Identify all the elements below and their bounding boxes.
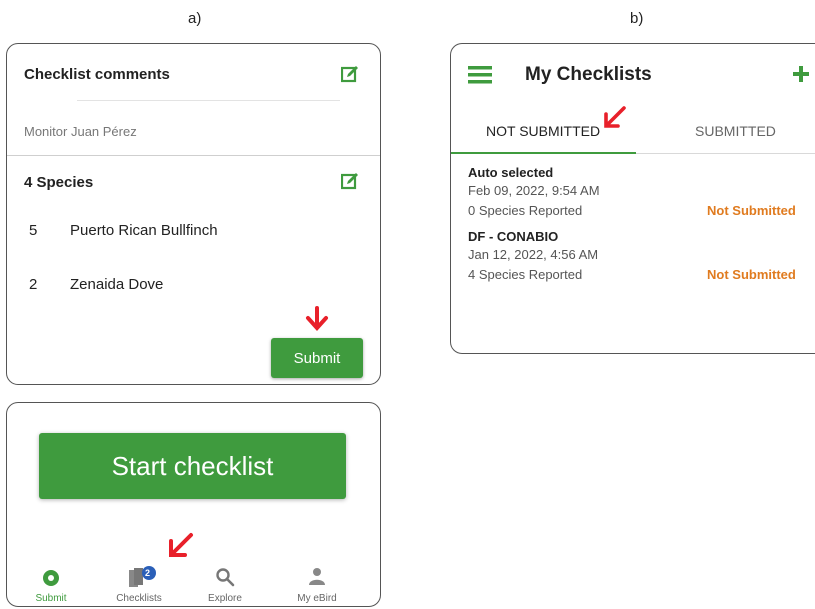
nav-label: My eBird bbox=[297, 593, 337, 604]
species-name: Zenaida Dove bbox=[70, 276, 164, 293]
status-badge: Not Submitted bbox=[707, 203, 796, 218]
panel-label-a: a) bbox=[188, 10, 202, 27]
list-item[interactable]: Auto selected Feb 09, 2022, 9:54 AM 0 Sp… bbox=[451, 162, 815, 222]
checklists-badge: 2 bbox=[145, 568, 151, 578]
nav-explore[interactable]: Explore bbox=[185, 563, 265, 606]
submit-icon bbox=[43, 570, 59, 586]
nav-my-ebird[interactable]: My eBird bbox=[277, 563, 357, 606]
checklist-date: Jan 12, 2022, 4:56 AM bbox=[468, 247, 599, 262]
checklists-icon bbox=[129, 566, 156, 587]
nav-label: Submit bbox=[35, 593, 67, 604]
my-checklists-card: My Checklists NOT SUBMITTED SUBMITTED Au… bbox=[450, 43, 815, 354]
comments-title: Checklist comments bbox=[24, 66, 170, 83]
panel-label-b: b) bbox=[630, 10, 644, 27]
species-row[interactable]: 2 Zenaida Dove bbox=[7, 276, 380, 300]
active-tab-indicator bbox=[451, 152, 636, 154]
species-count: 5 bbox=[29, 222, 38, 239]
species-row[interactable]: 5 Puerto Rican Bullfinch bbox=[7, 222, 380, 246]
home-card: Start checklist Submit 2 Checklists Expl… bbox=[6, 402, 381, 607]
tab-not-submitted[interactable]: NOT SUBMITTED bbox=[486, 123, 600, 139]
start-checklist-button[interactable]: Start checklist bbox=[39, 433, 346, 499]
person-icon bbox=[309, 568, 325, 585]
add-icon[interactable] bbox=[793, 66, 809, 82]
status-badge: Not Submitted bbox=[707, 267, 796, 282]
checklist-name: Auto selected bbox=[468, 165, 554, 180]
search-icon bbox=[216, 568, 235, 587]
species-count: 2 bbox=[29, 276, 38, 293]
comments-divider bbox=[77, 100, 340, 101]
checklist-species: 4 Species Reported bbox=[468, 267, 583, 282]
tab-divider bbox=[636, 153, 815, 154]
nav-submit[interactable]: Submit bbox=[11, 563, 91, 606]
nav-checklists[interactable]: 2 Checklists bbox=[99, 563, 179, 606]
red-arrow-diagonal-icon bbox=[169, 533, 193, 557]
comment-text: Monitor Juan Pérez bbox=[24, 124, 137, 139]
red-arrow-down-icon bbox=[306, 306, 328, 331]
checklist-species: 0 Species Reported bbox=[468, 203, 583, 218]
section-divider bbox=[7, 155, 380, 156]
menu-icon[interactable] bbox=[468, 66, 492, 84]
nav-label: Checklists bbox=[116, 593, 162, 604]
nav-label: Explore bbox=[208, 593, 242, 604]
species-name: Puerto Rican Bullfinch bbox=[70, 222, 218, 239]
checklist-name: DF - CONABIO bbox=[468, 229, 559, 244]
page-title: My Checklists bbox=[525, 64, 652, 85]
list-item[interactable]: DF - CONABIO Jan 12, 2022, 4:56 AM 4 Spe… bbox=[451, 226, 815, 286]
red-arrow-diagonal-icon bbox=[604, 106, 626, 128]
checklist-detail-card: Checklist comments Monitor Juan Pérez 4 … bbox=[6, 43, 381, 385]
edit-species-icon[interactable] bbox=[341, 172, 359, 190]
species-title: 4 Species bbox=[24, 174, 94, 191]
edit-comments-icon[interactable] bbox=[341, 65, 359, 83]
tab-submitted[interactable]: SUBMITTED bbox=[695, 123, 776, 139]
checklist-date: Feb 09, 2022, 9:54 AM bbox=[468, 183, 600, 198]
submit-button[interactable]: Submit bbox=[271, 338, 363, 378]
